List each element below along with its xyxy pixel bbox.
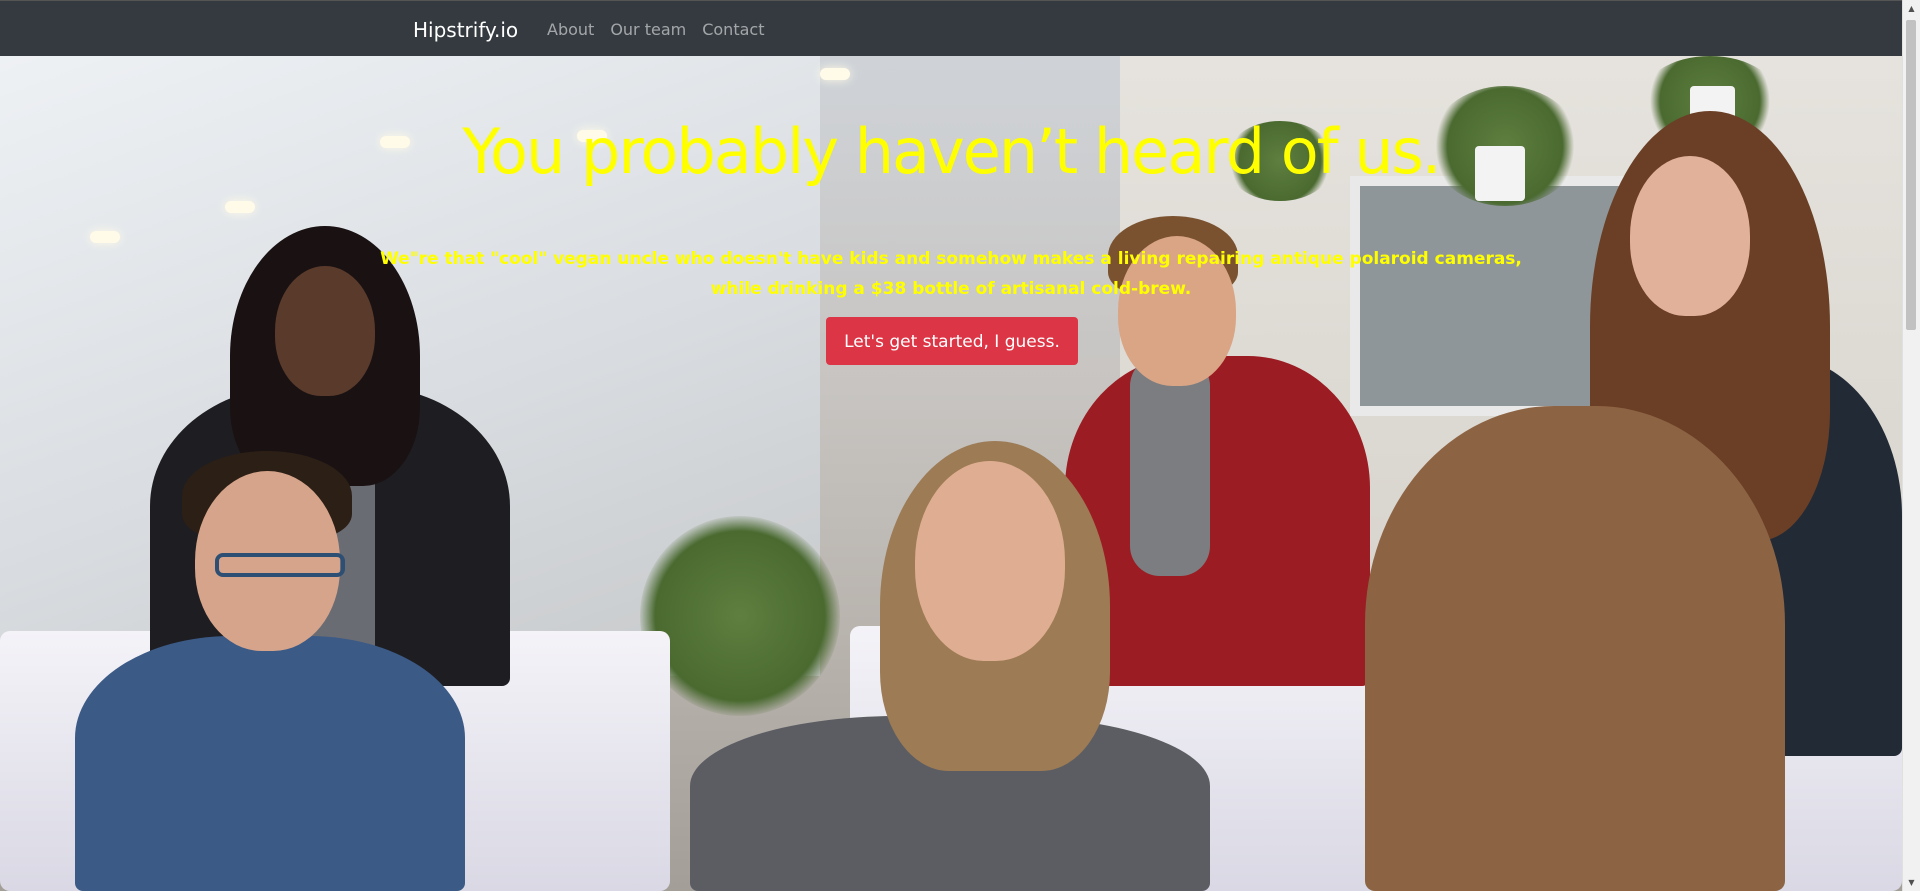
navbar: Hipstrify.io About Our team Contact xyxy=(0,0,1902,56)
ceiling-light xyxy=(820,68,850,80)
page: Hipstrify.io About Our team Contact You … xyxy=(0,0,1920,891)
vertical-scrollbar[interactable]: ▲ ▼ xyxy=(1902,0,1920,891)
nav-link-contact[interactable]: Contact xyxy=(702,20,764,40)
scroll-up-arrow-icon[interactable]: ▲ xyxy=(1903,0,1920,17)
brand-link[interactable]: Hipstrify.io xyxy=(413,18,518,42)
ceiling-light xyxy=(90,231,120,243)
hero-title: You probably haven’t heard of us. xyxy=(462,115,1441,188)
glasses xyxy=(215,553,345,577)
hero-lead-text: We"re that "cool" vegan uncle who doesn'… xyxy=(380,249,1522,299)
ceiling-light xyxy=(225,201,255,213)
plant xyxy=(640,516,840,716)
scroll-down-arrow-icon[interactable]: ▼ xyxy=(1903,874,1920,891)
scrollbar-thumb[interactable] xyxy=(1906,20,1916,330)
hero-section: You probably haven’t heard of us. We"re … xyxy=(0,56,1902,891)
nav-link-our-team[interactable]: Our team xyxy=(610,20,686,40)
get-started-button[interactable]: Let's get started, I guess. xyxy=(826,317,1078,365)
nav-link-about[interactable]: About xyxy=(547,20,594,40)
nav-links: About Our team Contact xyxy=(547,20,764,40)
